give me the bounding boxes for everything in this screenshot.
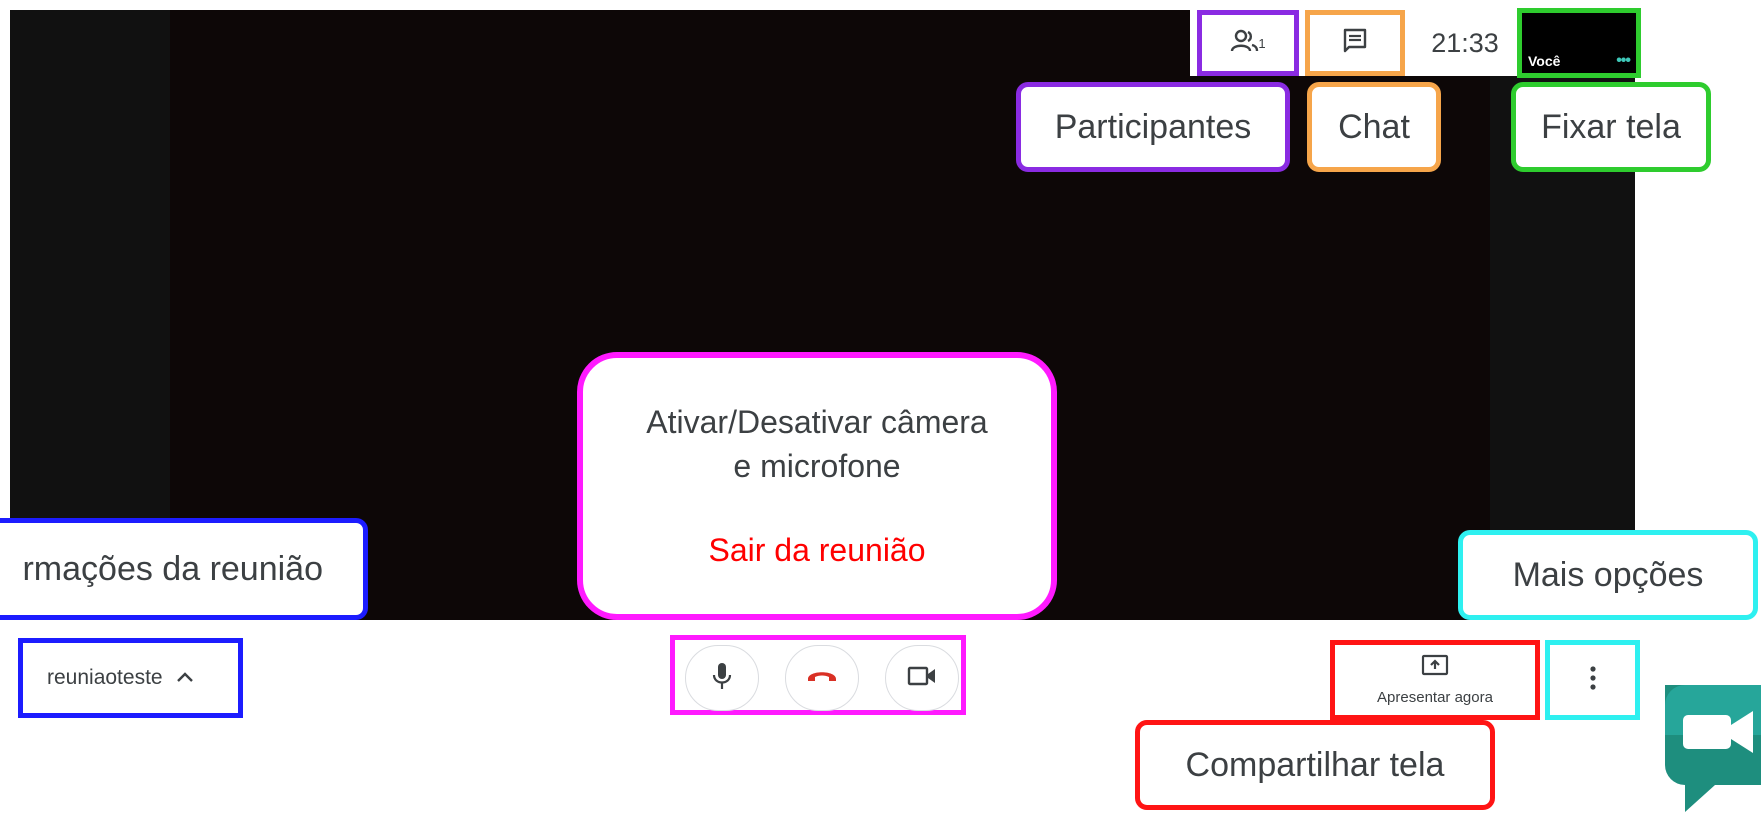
callout-more-options-label: Mais opções: [1512, 555, 1704, 594]
chevron-up-icon: [175, 666, 195, 690]
present-now-label: Apresentar agora: [1377, 689, 1493, 706]
chat-icon: [1341, 27, 1369, 60]
callout-meeting-info: rmações da reunião: [0, 518, 368, 620]
phone-hangup-icon: [805, 667, 839, 690]
clock: 21:33: [1431, 27, 1499, 58]
callout-pin-screen: Fixar tela: [1511, 82, 1711, 172]
more-options-button[interactable]: [1545, 640, 1640, 720]
present-screen-icon: [1421, 654, 1449, 683]
chat-button[interactable]: [1305, 10, 1405, 76]
people-icon: [1230, 28, 1260, 59]
present-now-button[interactable]: Apresentar agora: [1330, 640, 1540, 720]
callout-participants-label: Participantes: [1054, 107, 1252, 146]
call-controls: [670, 635, 966, 715]
self-tile-name: Você: [1528, 53, 1561, 69]
video-camera-icon: [907, 665, 937, 692]
participants-count: 1: [1258, 35, 1266, 51]
leave-call-button[interactable]: [785, 645, 859, 711]
participants-button[interactable]: 1: [1197, 10, 1299, 76]
more-horiz-icon[interactable]: •••: [1616, 52, 1631, 70]
microphone-toggle-button[interactable]: [685, 645, 759, 711]
callout-meeting-info-label: rmações da reunião: [22, 549, 323, 588]
microphone-icon: [711, 661, 733, 696]
callout-camera-mic-line2: e microfone: [733, 448, 901, 484]
callout-participants: Participantes: [1016, 82, 1290, 172]
meeting-details-button[interactable]: reuniaoteste: [18, 638, 243, 718]
google-meet-logo: [1655, 685, 1761, 812]
more-vert-icon: [1589, 665, 1597, 696]
callout-pin-screen-label: Fixar tela: [1541, 107, 1681, 146]
camera-toggle-button[interactable]: [885, 645, 959, 711]
callout-share-screen-label: Compartilhar tela: [1185, 745, 1445, 784]
callout-leave-meeting: Sair da reunião: [708, 532, 926, 568]
callout-chat-label: Chat: [1338, 107, 1410, 146]
meeting-name: reuniaoteste: [47, 666, 163, 689]
callout-share-screen: Compartilhar tela: [1135, 720, 1495, 810]
callout-chat: Chat: [1307, 82, 1441, 172]
callout-camera-microphone: Ativar/Desativar câmera e microfone Sair…: [577, 352, 1057, 620]
callout-camera-mic-line1: Ativar/Desativar câmera: [646, 404, 988, 440]
self-video-tile[interactable]: Você •••: [1517, 8, 1641, 78]
callout-more-options: Mais opções: [1458, 530, 1758, 620]
